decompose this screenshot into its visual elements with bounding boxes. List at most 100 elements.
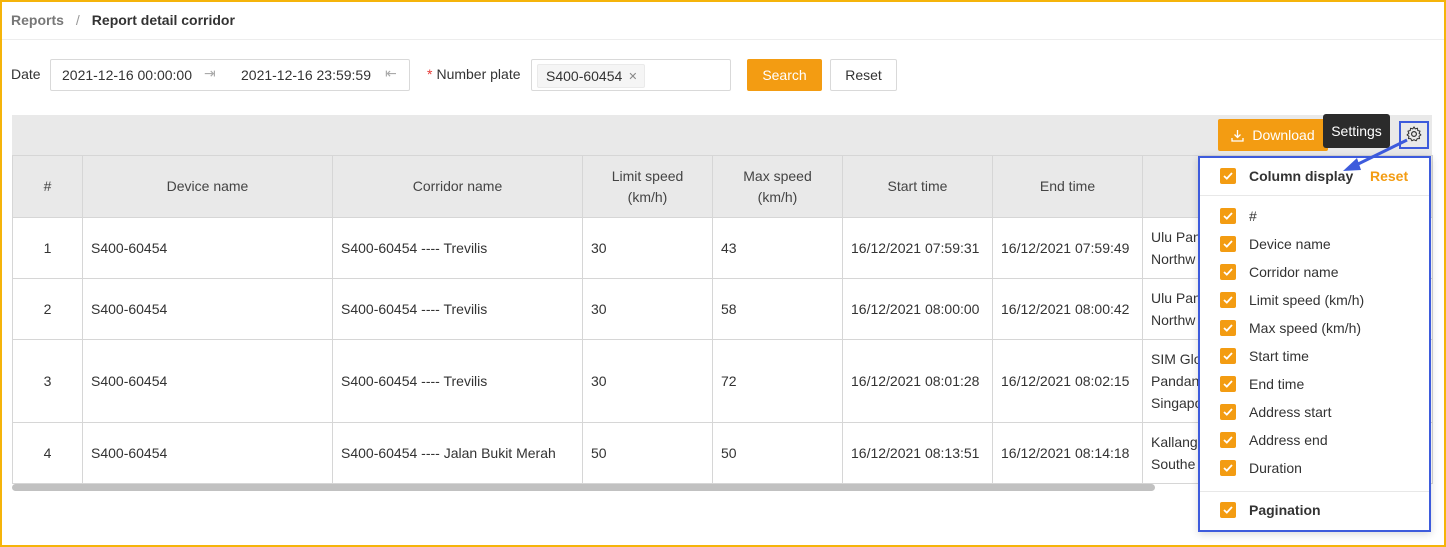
- cell-end-time: 16/12/2021 08:02:15: [992, 339, 1143, 423]
- column-toggle-item[interactable]: Max speed (km/h): [1220, 318, 1361, 338]
- column-toggle-item[interactable]: Start time: [1220, 346, 1309, 366]
- checkbox-checked-icon[interactable]: [1220, 320, 1236, 336]
- column-toggle-item[interactable]: End time: [1220, 374, 1304, 394]
- cell-device-name: S400-60454: [82, 278, 333, 340]
- date-start-input[interactable]: 2021-12-16 00:00:00: [62, 67, 192, 83]
- column-display-title: Column display: [1249, 168, 1354, 184]
- cell-start-time: 16/12/2021 08:13:51: [842, 422, 993, 484]
- column-toggle-label: Device name: [1249, 236, 1331, 252]
- plate-tag: S400-60454 ✕: [537, 64, 645, 88]
- date-range-picker[interactable]: 2021-12-16 00:00:00 ⇥ 2021-12-16 23:59:5…: [50, 59, 410, 91]
- column-toggle-item[interactable]: Duration: [1220, 458, 1302, 478]
- checkbox-checked-icon[interactable]: [1220, 208, 1236, 224]
- plate-tag-label: S400-60454: [546, 68, 623, 84]
- column-toggle-label: Address start: [1249, 404, 1332, 420]
- col-header-start-time[interactable]: Start time: [842, 155, 993, 218]
- cell-start-time: 16/12/2021 08:00:00: [842, 278, 993, 340]
- column-toggle-label: Duration: [1249, 460, 1302, 476]
- cell-max-speed: 72: [712, 339, 843, 423]
- limit-speed-header-label: Limit speed (km/h): [611, 167, 684, 205]
- cell-end-time: 16/12/2021 08:14:18: [992, 422, 1143, 484]
- cell-max-speed: 58: [712, 278, 843, 340]
- number-plate-select[interactable]: S400-60454 ✕: [531, 59, 731, 91]
- column-toggle-item[interactable]: Limit speed (km/h): [1220, 290, 1364, 310]
- checkbox-checked-icon[interactable]: [1220, 264, 1236, 280]
- horizontal-scrollbar[interactable]: [12, 484, 1155, 491]
- column-toggle-item[interactable]: Device name: [1220, 234, 1331, 254]
- number-plate-label-text: Number plate: [436, 66, 521, 82]
- checkbox-checked-icon[interactable]: [1220, 376, 1236, 392]
- gear-icon: [1405, 125, 1423, 146]
- breadcrumb: Reports / Report detail corridor: [11, 10, 235, 30]
- checkbox-checked-icon[interactable]: [1220, 348, 1236, 364]
- download-icon: [1231, 129, 1245, 142]
- cell-device-name: S400-60454: [82, 217, 333, 279]
- cell-num: 3: [12, 339, 83, 423]
- column-toggle-item[interactable]: Address start: [1220, 402, 1331, 422]
- column-toggle-item[interactable]: #: [1220, 206, 1257, 226]
- cell-start-time: 16/12/2021 08:01:28: [842, 339, 993, 423]
- cell-max-speed: 43: [712, 217, 843, 279]
- header-divider: [2, 39, 1444, 40]
- download-button[interactable]: Download: [1218, 119, 1328, 151]
- cell-corridor-name: S400-60454 ---- Trevilis: [332, 339, 583, 423]
- column-toggle-label: Max speed (km/h): [1249, 320, 1362, 336]
- number-plate-label: * Number plate: [427, 66, 521, 82]
- column-reset-link[interactable]: Reset: [1370, 166, 1408, 186]
- remove-tag-icon[interactable]: ✕: [628, 70, 637, 83]
- column-toggle-item[interactable]: Address end: [1220, 430, 1328, 450]
- breadcrumb-separator: /: [75, 12, 80, 28]
- col-header-device-name[interactable]: Device name: [82, 155, 333, 218]
- column-display-toggle[interactable]: Column display: [1220, 166, 1353, 186]
- panel-divider: [1200, 195, 1429, 196]
- breadcrumb-reports-link[interactable]: Reports: [11, 12, 64, 28]
- cell-limit-speed: 30: [582, 217, 713, 279]
- cell-device-name: S400-60454: [82, 339, 333, 423]
- column-toggle-label: #: [1249, 208, 1257, 224]
- checkbox-checked-icon[interactable]: [1220, 292, 1236, 308]
- column-toggle-label: Limit speed (km/h): [1249, 292, 1365, 308]
- column-display-panel: Column display Reset # Device name Corrido…: [1198, 156, 1431, 532]
- checkbox-checked-icon[interactable]: [1220, 432, 1236, 448]
- col-header-end-time[interactable]: End time: [992, 155, 1143, 218]
- checkbox-checked-icon[interactable]: [1220, 236, 1236, 252]
- cell-end-time: 16/12/2021 07:59:49: [992, 217, 1143, 279]
- column-toggle-label: End time: [1249, 376, 1305, 392]
- reset-button[interactable]: Reset: [830, 59, 897, 91]
- col-header-corridor-name[interactable]: Corridor name: [332, 155, 583, 218]
- checkbox-checked-icon[interactable]: [1220, 168, 1236, 184]
- cell-num: 4: [12, 422, 83, 484]
- checkbox-checked-icon[interactable]: [1220, 502, 1236, 518]
- required-mark: *: [427, 66, 433, 82]
- max-speed-header-label: Max speed (km/h): [743, 167, 812, 205]
- search-button[interactable]: Search: [747, 59, 822, 91]
- checkbox-checked-icon[interactable]: [1220, 404, 1236, 420]
- col-header-num[interactable]: #: [12, 155, 83, 218]
- cell-num: 1: [12, 217, 83, 279]
- cell-device-name: S400-60454: [82, 422, 333, 484]
- pagination-toggle[interactable]: Pagination: [1220, 500, 1321, 520]
- cell-limit-speed: 30: [582, 339, 713, 423]
- download-label: Download: [1252, 127, 1315, 143]
- column-toggle-item[interactable]: Corridor name: [1220, 262, 1338, 282]
- panel-divider: [1200, 491, 1429, 492]
- cell-corridor-name: S400-60454 ---- Jalan Bukit Merah: [332, 422, 583, 484]
- cell-limit-speed: 50: [582, 422, 713, 484]
- page-title: Report detail corridor: [91, 12, 235, 28]
- date-label: Date: [11, 66, 41, 82]
- range-end-arrow-icon: ⇤: [385, 65, 397, 81]
- settings-button[interactable]: [1399, 121, 1429, 149]
- cell-end-time: 16/12/2021 08:00:42: [992, 278, 1143, 340]
- date-end-input[interactable]: 2021-12-16 23:59:59: [241, 67, 371, 83]
- cell-corridor-name: S400-60454 ---- Trevilis: [332, 278, 583, 340]
- col-header-limit-speed[interactable]: Limit speed (km/h): [582, 155, 713, 218]
- column-toggle-label: Start time: [1249, 348, 1309, 364]
- settings-tooltip: Settings: [1323, 114, 1390, 148]
- cell-max-speed: 50: [712, 422, 843, 484]
- col-header-max-speed[interactable]: Max speed (km/h): [712, 155, 843, 218]
- pagination-label: Pagination: [1249, 502, 1321, 518]
- column-toggle-label: Address end: [1249, 432, 1328, 448]
- cell-start-time: 16/12/2021 07:59:31: [842, 217, 993, 279]
- checkbox-checked-icon[interactable]: [1220, 460, 1236, 476]
- cell-corridor-name: S400-60454 ---- Trevilis: [332, 217, 583, 279]
